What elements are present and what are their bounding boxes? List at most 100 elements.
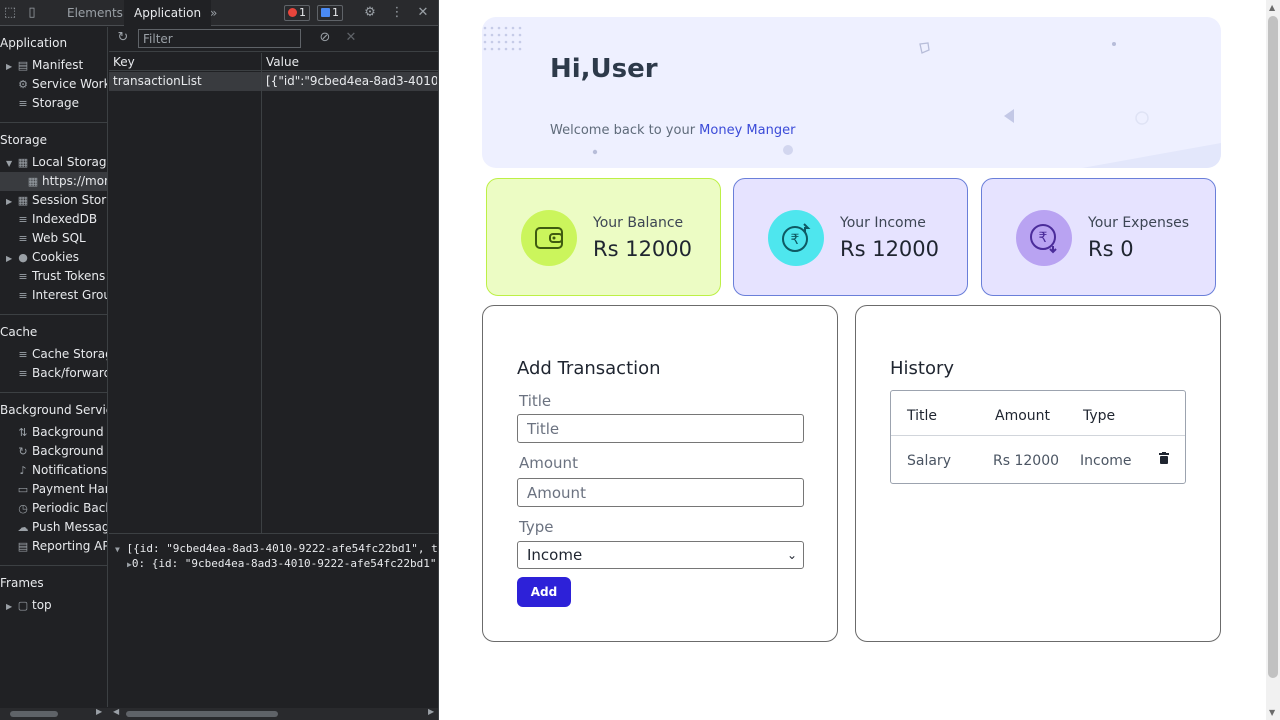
sidebar-item-back-forward-cache[interactable]: ≡Back/forward cache	[6, 364, 107, 383]
welcome-banner: Hi,User Welcome back to your Money Mange…	[482, 17, 1221, 168]
database-icon: ≡	[18, 270, 28, 283]
storage-toolbar: ↻ ⊘ ✕	[109, 27, 438, 52]
type-label: Type	[519, 518, 554, 536]
sidebar-item-background-fetch[interactable]: ⇅Background Fetch	[6, 423, 107, 442]
expand-arrow-icon[interactable]: ▶	[6, 57, 16, 75]
income-label: Your Income	[840, 215, 926, 231]
clock-icon: ◷	[18, 502, 28, 515]
svg-text:₹: ₹	[791, 232, 800, 248]
sync-icon: ↻	[18, 445, 28, 458]
scroll-right-icon[interactable]: ▶	[428, 707, 434, 716]
expand-arrow-icon[interactable]: ▶	[6, 192, 16, 210]
scrollbar-thumb[interactable]	[1268, 16, 1278, 678]
sidebar-item-interest-groups[interactable]: ≡Interest Groups	[6, 286, 107, 305]
sidebar-header-application: Application	[0, 36, 68, 50]
scroll-right-icon[interactable]: ▶	[96, 707, 102, 716]
sidebar-item-frame-top[interactable]: ▶ ▢ top	[6, 596, 107, 615]
filter-input[interactable]	[138, 29, 301, 48]
inspect-element-icon[interactable]: ⬚	[2, 5, 18, 21]
sidebar-header-background-services: Background Services	[0, 403, 107, 417]
sidebar-item-session-storage[interactable]: ▶▦Session Storage	[6, 191, 107, 210]
database-icon: ≡	[18, 367, 28, 380]
sidebar-item-cookies[interactable]: ▶ ● Cookies	[6, 248, 107, 267]
more-tabs-button[interactable]: »	[200, 0, 227, 26]
sidebar-item-payment-handler[interactable]: ▭Payment Handler	[6, 480, 107, 499]
shapes-decoration	[592, 42, 1221, 168]
wallet-icon-circle	[521, 210, 577, 266]
title-label: Title	[519, 392, 552, 410]
collapse-arrow-icon[interactable]: ▼	[6, 154, 16, 172]
title-input[interactable]	[517, 414, 804, 443]
sidebar-item-reporting-api[interactable]: ▤ Reporting API	[6, 537, 107, 556]
kebab-menu-icon[interactable]: ⋮	[389, 5, 405, 21]
grid-icon: ▦	[17, 156, 29, 169]
devtools-panel: ⬚ ▯ Elements Application » 1 1 ⚙ ⋮ ✕ App…	[0, 0, 439, 720]
close-icon[interactable]: ✕	[415, 5, 431, 21]
rupee-up-icon: ₹	[782, 223, 811, 252]
collapse-arrow-icon[interactable]: ▼	[115, 545, 120, 554]
database-icon: ≡	[18, 289, 28, 302]
greeting-heading: Hi,User	[550, 54, 658, 84]
row-title: Salary	[907, 453, 951, 469]
sidebar-item-indexeddb[interactable]: ≡ IndexedDB	[6, 210, 107, 229]
brand-name: Money Manger	[699, 123, 796, 138]
sidebar-item-web-sql[interactable]: ≡ Web SQL	[6, 229, 107, 248]
row-value: [{"id":"9cbed4ea-8ad3-4010-9222-afe54fc2…	[266, 74, 437, 88]
tab-elements[interactable]: Elements	[57, 0, 133, 26]
add-transaction-panel: Add Transaction Title Amount Type Income…	[482, 305, 838, 642]
expand-arrow-icon[interactable]: ▶	[6, 249, 16, 267]
expenses-value: Rs 0	[1088, 237, 1134, 261]
frame-icon: ▢	[17, 599, 29, 612]
sidebar-item-storage[interactable]: ≡ Storage	[6, 94, 107, 113]
device-toolbar-icon[interactable]: ▯	[24, 5, 40, 21]
value-preview: ▼ [{id: "9cbed4ea-8ad3-4010-9222-afe54fc…	[109, 533, 439, 707]
column-value[interactable]: Value	[262, 53, 299, 71]
message-icon	[321, 8, 330, 17]
expenses-card: ₹ Your Expenses Rs 0	[981, 178, 1216, 296]
page-scrollbar[interactable]: ▲ ▼	[1266, 0, 1280, 720]
expand-arrow-icon[interactable]: ▶	[6, 597, 16, 615]
message-count-badge[interactable]: 1	[317, 5, 343, 21]
sidebar-item-manifest[interactable]: ▶ ▤ Manifest	[6, 56, 107, 75]
money-manager-app: Hi,User Welcome back to your Money Mange…	[440, 0, 1266, 720]
database-icon: ≡	[18, 232, 28, 245]
sidebar-item-notifications[interactable]: ♪ Notifications	[6, 461, 107, 480]
amount-label: Amount	[519, 454, 578, 472]
preview-line: 0: {id: "9cbed4ea-8ad3-4010-9222-afe54fc…	[131, 557, 439, 570]
sidebar-item-cache-storage[interactable]: ≡Cache Storage	[6, 345, 107, 364]
devtools-tabbar: ⬚ ▯ Elements Application » 1 1 ⚙ ⋮ ✕	[0, 0, 438, 26]
scroll-left-icon[interactable]: ◀	[113, 707, 119, 716]
sidebar-item-trust-tokens[interactable]: ≡ Trust Tokens	[6, 267, 107, 286]
bell-icon: ♪	[19, 464, 27, 477]
clear-all-icon[interactable]: ⊘	[317, 30, 333, 46]
income-card: ₹ Your Income Rs 12000	[733, 178, 968, 296]
add-button[interactable]: Add	[517, 577, 571, 607]
column-key[interactable]: Key	[109, 53, 135, 71]
amount-input[interactable]	[517, 478, 804, 507]
tab-application[interactable]: Application	[124, 0, 212, 26]
sidebar-item-service-workers[interactable]: ⚙Service Workers	[6, 75, 107, 94]
sidebar-item-local-storage[interactable]: ▼ ▦ Local Storage	[6, 153, 107, 172]
expenses-label: Your Expenses	[1088, 215, 1190, 231]
sidebar-item-background-sync[interactable]: ↻Background Sync	[6, 442, 107, 461]
sidebar-item-periodic-background-sync[interactable]: ◷Periodic Background Sync	[6, 499, 107, 518]
error-count-badge[interactable]: 1	[284, 5, 310, 21]
delete-selected-icon[interactable]: ✕	[343, 30, 359, 46]
history-panel: History Title Amount Type Salary Rs 1200…	[855, 305, 1221, 642]
balance-value: Rs 12000	[593, 237, 693, 261]
sidebar-item-push-messaging[interactable]: ☁Push Messaging	[6, 518, 108, 537]
sidebar-item-local-storage-origin[interactable]: ▦https://money-manager	[0, 172, 107, 191]
scroll-down-icon[interactable]: ▼	[1269, 708, 1275, 717]
devtools-horizontal-scrollbar[interactable]: ▶ ◀ ▶	[0, 707, 438, 720]
type-select[interactable]: Income ⌄	[517, 541, 804, 569]
table-row[interactable]: transactionList [{"id":"9cbed4ea-8ad3-40…	[109, 72, 438, 91]
chevron-down-icon: ⌄	[786, 548, 797, 562]
scroll-up-icon[interactable]: ▲	[1269, 3, 1275, 12]
trash-icon[interactable]	[1159, 452, 1169, 464]
grid-icon: ▦	[17, 194, 29, 207]
gear-icon[interactable]: ⚙	[362, 5, 378, 21]
add-transaction-heading: Add Transaction	[517, 358, 661, 379]
refresh-icon[interactable]: ↻	[115, 30, 131, 46]
grid-icon: ▦	[27, 175, 39, 188]
column-type: Type	[1083, 408, 1116, 424]
